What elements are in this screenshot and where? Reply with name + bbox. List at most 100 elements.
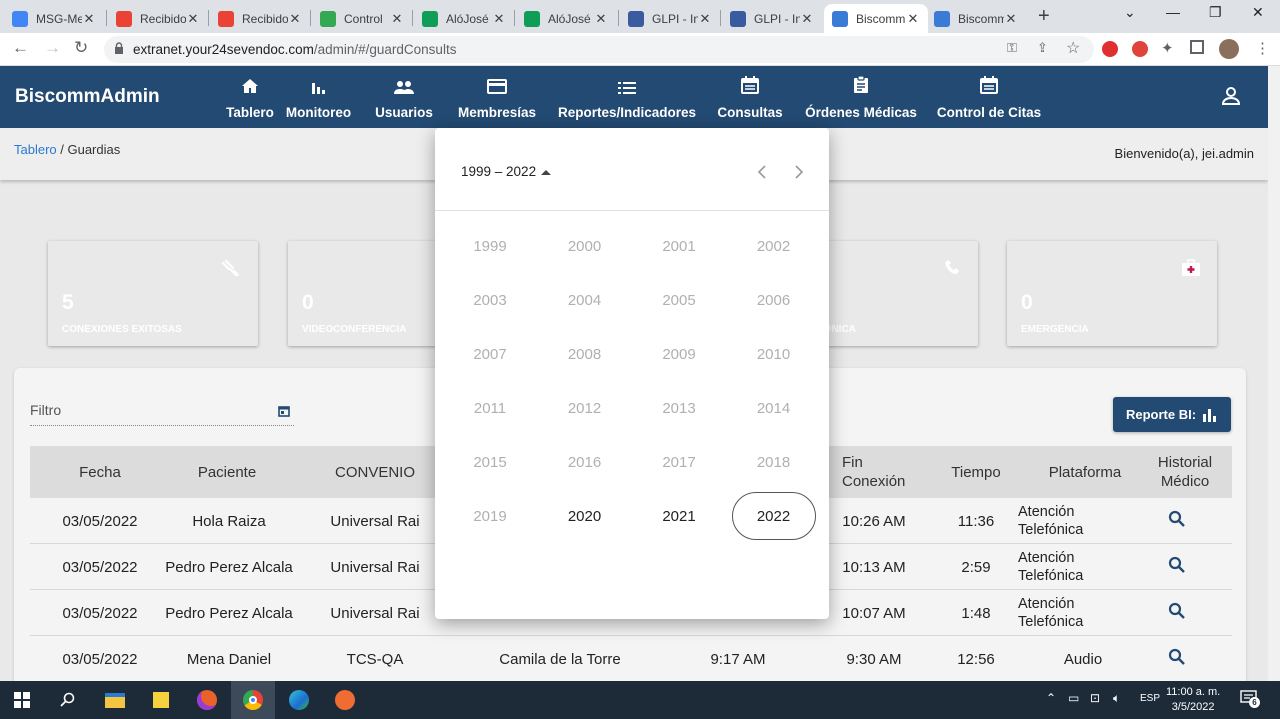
close-tab-icon[interactable]: ✕: [906, 11, 920, 27]
year-cell-2021[interactable]: 2021: [637, 492, 721, 540]
close-tab-icon[interactable]: ✕: [288, 11, 302, 27]
col-paciente[interactable]: Paciente: [157, 446, 297, 498]
nav-item-membresías[interactable]: Membresías: [454, 66, 540, 128]
network-icon[interactable]: ⊡: [1090, 691, 1100, 705]
col-fin-conexion[interactable]: Fin Conexión: [842, 446, 922, 498]
address-bar[interactable]: extranet.your24sevendoc.com/admin/#/guar…: [104, 36, 1094, 63]
table-row[interactable]: 03/05/2022 Mena Daniel TCS-QA Camila de la …: [30, 636, 1232, 682]
page-scrollbar[interactable]: [1268, 66, 1280, 681]
extension-icon[interactable]: [1132, 41, 1148, 57]
col-fecha[interactable]: Fecha: [30, 446, 170, 498]
nav-item-monitoreo[interactable]: Monitoreo: [285, 66, 352, 128]
browser-tab[interactable]: GLPI - In ✕: [722, 4, 822, 33]
chevron-right-icon[interactable]: [794, 164, 804, 180]
nav-item-consultas[interactable]: Consultas: [714, 66, 786, 128]
col-historial-medico[interactable]: Historial Médico: [1145, 446, 1225, 498]
system-clock[interactable]: 11:00 a. m. 3/5/2022: [1166, 685, 1220, 715]
tab-separator: [208, 10, 209, 26]
browser-tab[interactable]: Biscomm ✕: [926, 4, 1026, 33]
bookmark-star-icon[interactable]: ☆: [1066, 38, 1080, 58]
browser-tab[interactable]: Control ✕: [312, 4, 412, 33]
maximize-button[interactable]: ❐: [1209, 4, 1222, 21]
stat-card-conexiones[interactable]: 5 CONEXIONES EXITOSAS: [48, 241, 258, 346]
language-indicator[interactable]: ESP: [1140, 693, 1160, 704]
view-history-button[interactable]: [1145, 498, 1209, 544]
gmail-icon: [218, 10, 234, 27]
stat-card-emergencia[interactable]: 0 EMERGENCIA: [1007, 241, 1217, 346]
menu-dots-icon[interactable]: ⋮: [1255, 39, 1270, 57]
share-icon[interactable]: ⇪: [1037, 40, 1048, 56]
year-cell-2020[interactable]: 2020: [543, 492, 627, 540]
report-bi-button[interactable]: Reporte BI:: [1113, 397, 1231, 432]
key-icon[interactable]: ⚿: [1007, 40, 1017, 56]
search-taskbar-button[interactable]: [46, 681, 90, 719]
col-plataforma[interactable]: Plataforma: [1030, 446, 1140, 498]
nav-item-reportes-indicadores[interactable]: Reportes/Indicadores: [558, 66, 696, 128]
nav-item-control-de-citas[interactable]: Control de Citas: [936, 66, 1042, 128]
browser-tab[interactable]: MSG-Me ✕: [4, 4, 104, 33]
browser-tab[interactable]: Recibido ✕: [210, 4, 310, 33]
close-tab-icon[interactable]: ✕: [1004, 11, 1018, 27]
nav-item-usuarios[interactable]: Usuarios: [372, 66, 436, 128]
nav-item-tablero[interactable]: Tablero: [224, 66, 276, 128]
drive-icon: [320, 10, 336, 27]
side-panel-icon[interactable]: [1190, 40, 1204, 54]
tab-search-icon[interactable]: ⌄: [1124, 4, 1136, 21]
view-history-button[interactable]: [1145, 590, 1209, 636]
stat-caption: CONEXIONES EXITOSAS: [62, 324, 182, 335]
volume-icon[interactable]: 🔈︎: [1113, 691, 1120, 706]
tray-chevron-up-icon[interactable]: ⌃: [1046, 691, 1056, 705]
view-history-button[interactable]: [1145, 636, 1209, 682]
puzzle-icon[interactable]: ✦: [1161, 39, 1174, 57]
back-button[interactable]: ←: [12, 38, 29, 58]
firefox-button[interactable]: [185, 681, 229, 719]
browser-tab[interactable]: Recibido ✕: [108, 4, 208, 33]
notifications-button[interactable]: 6: [1240, 690, 1260, 708]
minimize-button[interactable]: —: [1166, 4, 1180, 20]
year-cell-2022[interactable]: 2022: [731, 492, 816, 540]
edge-button[interactable]: [277, 681, 321, 719]
file-explorer-button[interactable]: [93, 681, 137, 719]
nav-item-órdenes-médicas[interactable]: Órdenes Médicas: [804, 66, 918, 128]
close-tab-icon[interactable]: ✕: [800, 11, 814, 27]
welcome-text: Bienvenido(a), jei.admin: [1114, 146, 1254, 161]
close-window-button[interactable]: ✕: [1252, 4, 1264, 21]
search-icon: [1168, 648, 1186, 670]
browser-tab[interactable]: Biscomm ✕: [824, 4, 928, 33]
col-tiempo[interactable]: Tiempo: [936, 446, 1016, 498]
browser-tab[interactable]: AlóJosé ✕: [516, 4, 616, 33]
chrome-button[interactable]: [231, 681, 275, 719]
close-tab-icon[interactable]: ✕: [698, 11, 712, 27]
close-tab-icon[interactable]: ✕: [186, 11, 200, 27]
stat-caption: EMERGENCIA: [1021, 324, 1089, 335]
profile-avatar[interactable]: [1219, 39, 1239, 59]
breadcrumb-link-tablero[interactable]: Tablero: [14, 142, 57, 157]
year-cell-2010: 2010: [756, 345, 791, 363]
chevron-left-icon[interactable]: [757, 164, 767, 180]
close-tab-icon[interactable]: ✕: [492, 11, 506, 27]
calendar-icon[interactable]: [278, 405, 290, 417]
sticky-notes-button[interactable]: [139, 681, 183, 719]
folder-icon: [105, 692, 125, 708]
start-button[interactable]: [0, 681, 44, 719]
new-tab-button[interactable]: +: [1038, 5, 1050, 28]
forward-button[interactable]: →: [44, 38, 61, 58]
user-account-icon[interactable]: [1220, 86, 1242, 106]
gmail-icon: [116, 10, 132, 27]
brand-title[interactable]: BiscommAdmin: [15, 86, 160, 108]
close-tab-icon[interactable]: ✕: [82, 11, 96, 27]
reload-button[interactable]: ↻: [74, 38, 88, 58]
year-cell-1999: 1999: [473, 237, 507, 255]
col-convenio[interactable]: CONVENIO: [305, 446, 445, 498]
browser-tab[interactable]: GLPI - In ✕: [620, 4, 720, 33]
close-tab-icon[interactable]: ✕: [390, 11, 404, 27]
battery-icon[interactable]: ▭: [1068, 691, 1079, 705]
date-filter-field[interactable]: Filtro: [30, 400, 294, 426]
adblock-icon[interactable]: [1102, 41, 1118, 57]
postman-button[interactable]: [323, 681, 367, 719]
close-tab-icon[interactable]: ✕: [594, 11, 608, 27]
year-range-toggle[interactable]: 1999 – 2022: [461, 164, 552, 179]
cell-fin-conexion: 10:07 AM: [842, 604, 906, 622]
view-history-button[interactable]: [1145, 544, 1209, 590]
browser-tab[interactable]: AlóJosé ✕: [414, 4, 514, 33]
